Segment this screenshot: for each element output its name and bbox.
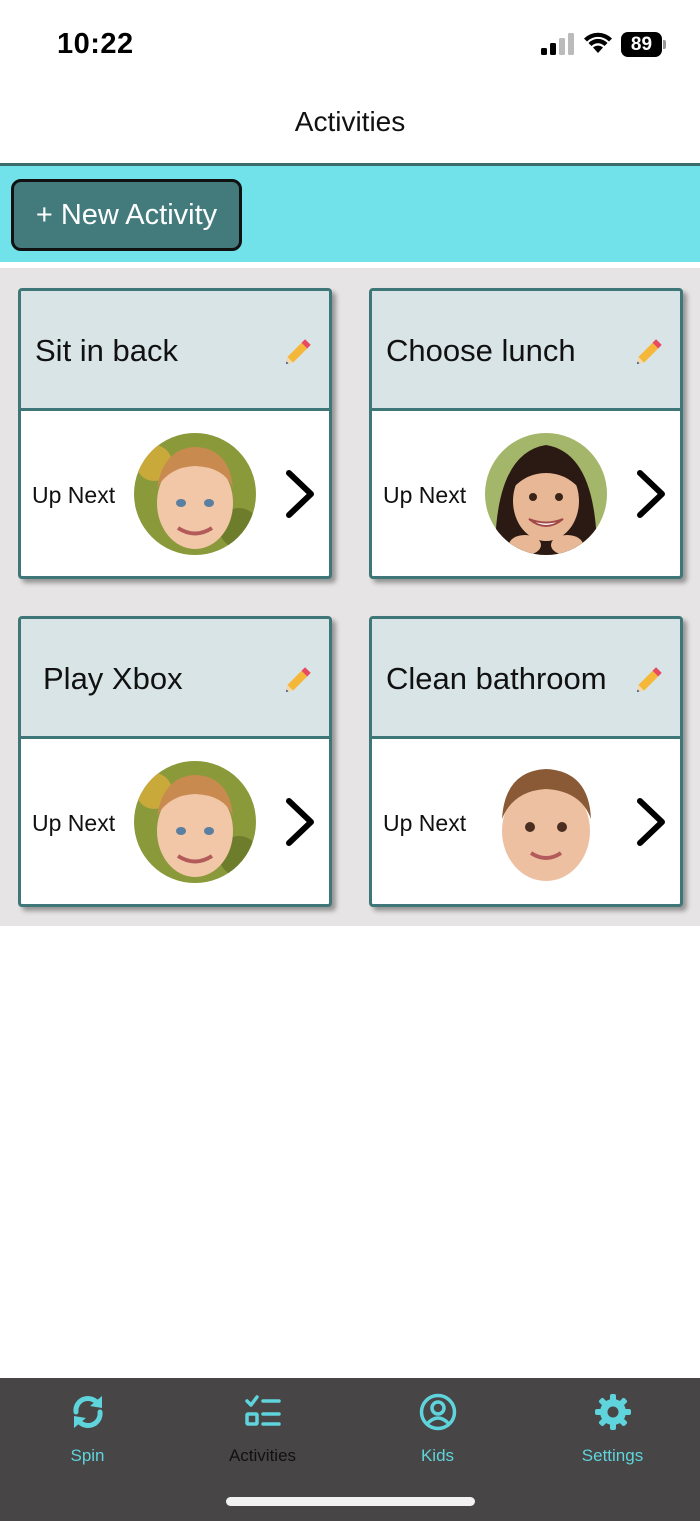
checklist-icon bbox=[245, 1395, 281, 1426]
kid-avatar bbox=[134, 761, 256, 883]
edit-pencil-icon[interactable] bbox=[281, 663, 315, 697]
activity-card[interactable]: Play Xbox Up Next bbox=[18, 616, 332, 907]
activity-card[interactable]: Clean bathroom Up Next bbox=[369, 616, 683, 907]
tab-label: Kids bbox=[420, 1446, 455, 1465]
gear-icon bbox=[595, 1394, 631, 1430]
up-next-label: Up Next bbox=[32, 482, 116, 508]
battery-cap bbox=[663, 40, 666, 49]
home-indicator[interactable] bbox=[226, 1497, 475, 1506]
kid-avatar bbox=[485, 761, 607, 883]
activity-card[interactable]: Sit in back Up Next bbox=[18, 288, 332, 579]
activity-card-header: Sit in back bbox=[21, 291, 329, 411]
activity-title: Play Xbox bbox=[43, 661, 183, 696]
activity-card-header: Clean bathroom bbox=[372, 619, 680, 739]
edit-pencil-icon[interactable] bbox=[632, 663, 666, 697]
battery-icon: 89 bbox=[621, 32, 667, 57]
status-bar: 10:22 89 bbox=[0, 0, 700, 90]
activity-title: Clean bathroom bbox=[386, 661, 607, 696]
activity-card-header: Play Xbox bbox=[21, 619, 329, 739]
kid-avatar bbox=[485, 433, 607, 555]
status-time: 10:22 bbox=[57, 28, 134, 60]
tab-label: Activities bbox=[228, 1446, 297, 1465]
up-next-label: Up Next bbox=[383, 482, 467, 508]
tab-kids[interactable]: Kids bbox=[350, 1378, 525, 1478]
up-next-label: Up Next bbox=[383, 810, 467, 836]
chevron-right-icon[interactable] bbox=[283, 797, 317, 847]
activities-grid: Sit in back Up Next Choose lunch Up Next… bbox=[0, 268, 700, 926]
chevron-right-icon[interactable] bbox=[634, 469, 668, 519]
cellular-signal-icon bbox=[541, 33, 574, 55]
up-next-label: Up Next bbox=[32, 810, 116, 836]
activity-title: Sit in back bbox=[35, 333, 179, 368]
tab-spin[interactable]: Spin bbox=[0, 1378, 175, 1478]
user-circle-icon bbox=[419, 1393, 457, 1431]
activity-card[interactable]: Choose lunch Up Next bbox=[369, 288, 683, 579]
tab-activities[interactable]: Activities bbox=[175, 1378, 350, 1478]
chevron-right-icon[interactable] bbox=[283, 469, 317, 519]
wifi-icon bbox=[584, 32, 612, 53]
page-title: Activities bbox=[294, 106, 406, 137]
tab-label: Settings bbox=[581, 1446, 644, 1465]
kid-avatar bbox=[134, 433, 256, 555]
chevron-right-icon[interactable] bbox=[634, 797, 668, 847]
tab-label: Spin bbox=[70, 1446, 105, 1465]
edit-pencil-icon[interactable] bbox=[632, 335, 666, 369]
spin-arrows-icon bbox=[73, 1396, 103, 1428]
edit-pencil-icon[interactable] bbox=[281, 335, 315, 369]
tab-settings[interactable]: Settings bbox=[525, 1378, 700, 1478]
activity-card-header: Choose lunch bbox=[372, 291, 680, 411]
new-activity-button[interactable]: + New Activity bbox=[11, 179, 242, 251]
activity-title: Choose lunch bbox=[386, 333, 576, 368]
battery-level: 89 bbox=[621, 32, 662, 57]
